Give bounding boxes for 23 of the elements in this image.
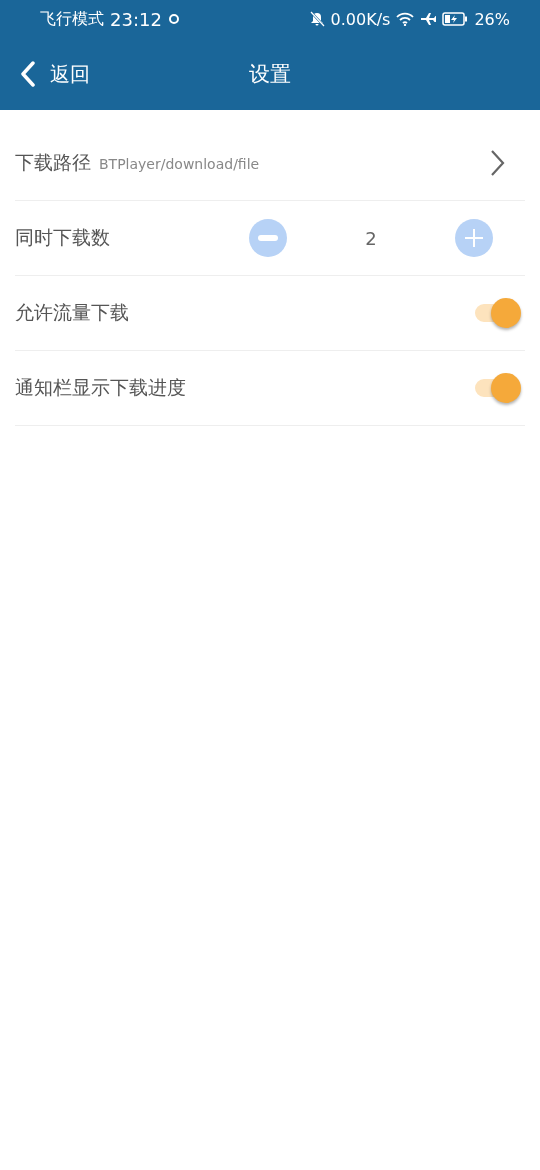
setting-label: 允许流量下载 <box>15 300 129 325</box>
airplane-mode-text: 飞行模式 <box>40 8 104 30</box>
decrease-button[interactable] <box>249 219 287 257</box>
download-count: 2 <box>365 227 377 249</box>
plus-icon <box>464 228 484 248</box>
increase-button[interactable] <box>455 219 493 257</box>
airplane-icon <box>420 11 437 27</box>
network-speed: 0.00K/s <box>330 9 391 29</box>
back-button[interactable]: 返回 <box>20 60 90 88</box>
page-title: 设置 <box>249 61 291 88</box>
battery-icon <box>442 12 469 26</box>
setting-label: 同时下载数 <box>15 225 110 250</box>
bell-off-icon <box>308 11 325 27</box>
download-path-text: BTPlayer/download/file <box>99 156 260 172</box>
setting-label: 下载路径 <box>15 150 91 175</box>
setting-label: 通知栏显示下载进度 <box>15 375 186 400</box>
clock-time: 23:12 <box>110 8 162 30</box>
wifi-icon <box>396 12 415 26</box>
open-button[interactable] <box>489 149 505 177</box>
battery-percentage: 26% <box>474 9 510 29</box>
sync-icon <box>167 13 180 25</box>
minus-icon <box>258 235 278 241</box>
chevron-right-icon <box>489 149 505 177</box>
